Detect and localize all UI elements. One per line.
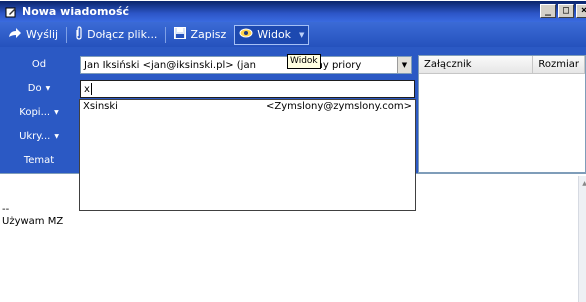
tooltip: Widok [287,54,321,69]
toolbar-separator [66,26,68,43]
maximize-button[interactable]: □ [558,4,574,18]
subject-label: Temat [23,155,55,166]
attach-file-label: Dołącz plik... [87,28,158,41]
scroll-up-icon[interactable]: ▲ [579,180,586,187]
from-field[interactable]: Jan Iksiński <jan@iksinski.pl> (jan rmal… [80,56,412,74]
autocomplete-item[interactable]: Xsinski <Zymslony@zymslony.com> [80,100,415,113]
vertical-scrollbar[interactable]: ▲ [578,176,586,302]
attachments-table[interactable]: Załącznik Rozmiar [418,55,586,173]
eye-icon [239,27,253,42]
close-button[interactable]: × [576,4,586,18]
contact-email: <Zymslony@zymslony.com> [265,101,412,112]
chevron-down-icon: ▼ [299,30,305,39]
save-button[interactable]: Zapisz [170,25,230,45]
attachments-header: Załącznik Rozmiar [419,56,585,74]
save-label: Zapisz [190,28,227,41]
attach-file-button[interactable]: Dołącz plik... [71,25,161,45]
signature-text: Używam MZ [2,216,64,227]
toolbar-separator [165,26,167,43]
column-size[interactable]: Rozmiar [533,56,585,73]
chevron-down-icon: ▼ [54,108,59,116]
window-controls: _ □ × [540,4,586,18]
cc-label[interactable]: Kopi... ▼ [0,107,78,118]
view-label: Widok [257,28,292,41]
chevron-down-icon: ▼ [45,84,51,92]
contact-name: Xsinski [83,101,118,112]
text-cursor [90,83,92,95]
to-label[interactable]: Do ▼ [0,83,78,94]
to-value: x [84,83,90,95]
from-value: Jan Iksiński <jan@iksinski.pl> (jan [84,59,256,71]
title-bar: Nowa wiadomość _ □ × [0,0,586,22]
floppy-disk-icon [174,27,187,42]
to-input[interactable]: x [80,80,415,98]
compose-icon [5,6,17,18]
view-menu-button[interactable]: Widok ▼ [234,24,310,45]
toolbar: Wyślij Dołącz plik... Zapisz Widok ▼ [0,22,586,47]
minimize-button[interactable]: _ [540,4,556,18]
send-label: Wyślij [26,28,59,41]
bcc-label[interactable]: Ukry... ▼ [0,131,78,142]
send-button[interactable]: Wyślij [4,25,62,45]
from-label: Od [31,59,47,70]
paperclip-icon [75,26,83,43]
window-title: Nowa wiadomość [22,5,130,18]
chevron-down-icon: ▼ [54,132,59,140]
chevron-down-icon[interactable]: ▼ [397,57,411,73]
column-attachment[interactable]: Załącznik [419,56,534,73]
send-arrow-icon [8,27,22,42]
autocomplete-dropdown: Xsinski <Zymslony@zymslony.com> [79,99,416,211]
